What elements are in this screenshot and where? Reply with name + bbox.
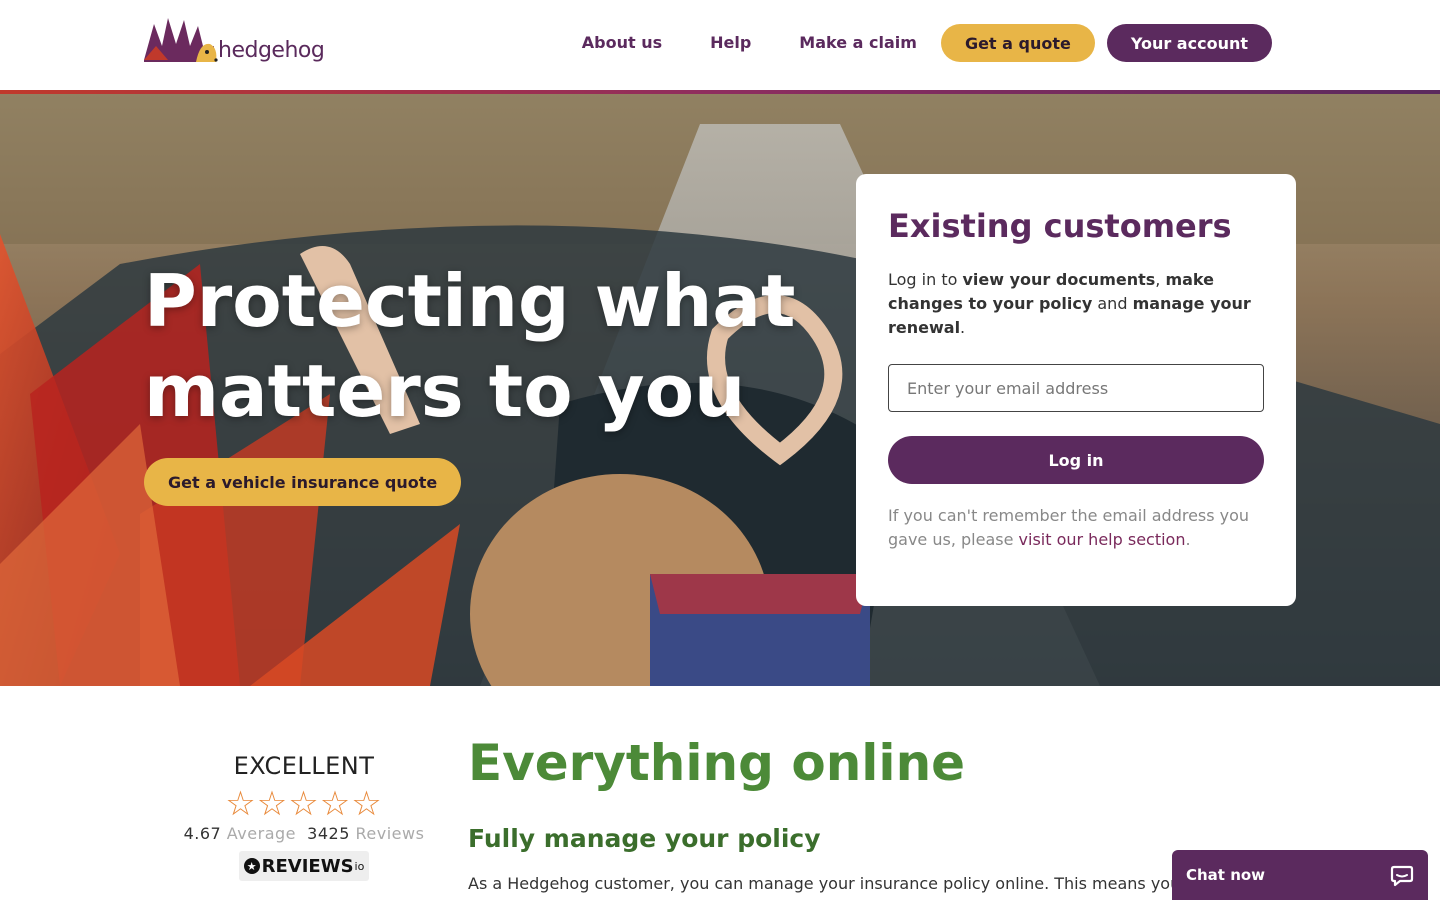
star-icon: ★ xyxy=(243,858,260,874)
logo-text: hedgehog xyxy=(218,38,325,63)
manage-policy-subheading: Fully manage your policy xyxy=(468,824,821,853)
help-section-link[interactable]: visit our help section xyxy=(1019,530,1186,549)
rating-stars-icon: ☆☆☆☆☆ xyxy=(225,784,383,824)
nav-make-a-claim[interactable]: Make a claim xyxy=(799,24,917,62)
login-card-intro: Log in to view your documents, make chan… xyxy=(888,270,1251,337)
chat-label: Chat now xyxy=(1186,866,1266,884)
reviews-io-logo[interactable]: ★ REVIEWS io xyxy=(239,851,369,881)
nav-help[interactable]: Help xyxy=(710,24,751,62)
chat-now-widget[interactable]: Chat now xyxy=(1172,850,1428,900)
main-nav: About us Help Make a claim Get a quote Y… xyxy=(582,24,1272,62)
average-rating: 4.67 xyxy=(183,824,222,843)
login-card-title: Existing customers xyxy=(888,207,1232,245)
chat-bubble-icon xyxy=(1390,865,1414,887)
review-count-label: Reviews xyxy=(355,824,425,843)
rating-label: EXCELLENT xyxy=(233,752,375,780)
everything-online-heading: Everything online xyxy=(468,734,966,792)
login-help-text: If you can't remember the email address … xyxy=(888,506,1250,549)
reviews-widget[interactable]: EXCELLENT ☆☆☆☆☆ 4.67 Average 3425 Review… xyxy=(180,752,428,881)
hedgehog-logo-icon xyxy=(144,18,218,62)
manage-policy-text: As a Hedgehog customer, you can manage y… xyxy=(468,874,1181,893)
rating-summary: 4.67 Average 3425 Reviews xyxy=(180,824,428,843)
login-card: Existing customers Log in to view your d… xyxy=(856,174,1296,606)
site-header: hedgehog About us Help Make a claim Get … xyxy=(0,0,1440,90)
vehicle-quote-button[interactable]: Get a vehicle insurance quote xyxy=(144,458,462,506)
nav-about-us[interactable]: About us xyxy=(582,24,662,62)
hero-title: Protecting what matters to you xyxy=(144,259,796,433)
hedgehog-logo[interactable]: hedgehog xyxy=(144,16,325,68)
get-a-quote-button[interactable]: Get a quote xyxy=(940,24,1095,62)
hero-section: Protecting what matters to you Get a veh… xyxy=(0,94,1440,686)
review-count: 3425 xyxy=(307,824,350,843)
your-account-button[interactable]: Your account xyxy=(1106,24,1272,62)
email-field[interactable] xyxy=(888,364,1264,412)
login-button[interactable]: Log in xyxy=(888,436,1264,484)
average-label: Average xyxy=(226,824,296,843)
